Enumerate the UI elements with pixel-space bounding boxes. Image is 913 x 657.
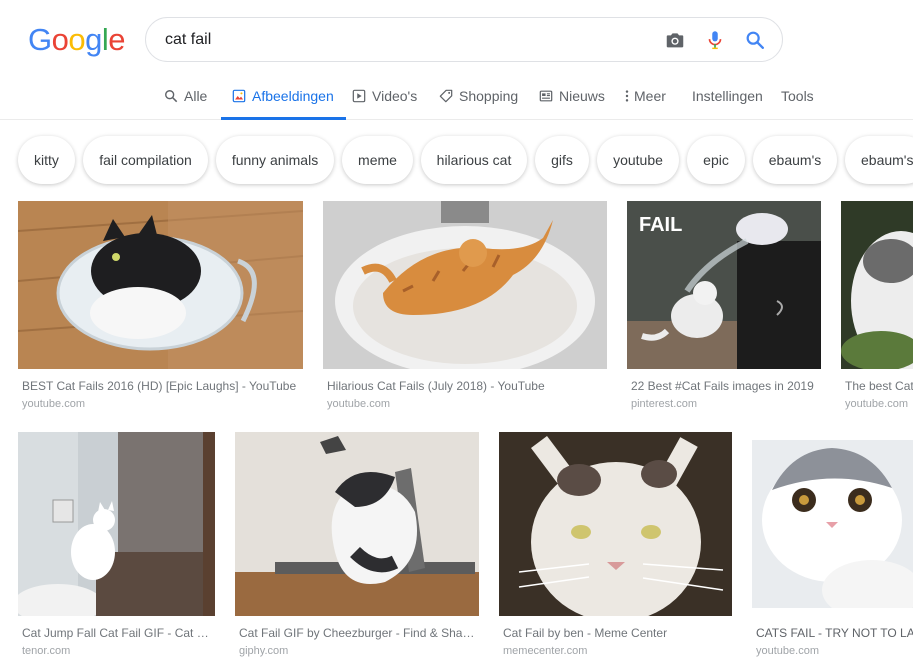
tab-label: Video's [372,88,418,104]
image-result[interactable]: Hilarious Cat Fails (July 2018) - YouTub… [323,201,607,416]
result-source: giphy.com [239,645,289,657]
tab-tools[interactable]: Tools [781,88,814,120]
result-source: youtube.com [327,398,390,410]
tab-alle[interactable]: Alle [164,88,207,120]
result-source: youtube.com [22,398,85,410]
chip[interactable]: ebaum's [753,136,837,184]
tab-afbeeldingen[interactable]: Afbeeldingen [221,88,346,120]
tab-label: Instellingen [692,88,763,104]
tag-icon [439,89,453,103]
result-thumbnail[interactable]: FAIL [627,201,821,369]
camera-icon[interactable] [664,29,686,51]
more-vertical-icon [625,90,629,102]
google-image-results-page: Google cat fail Alle Afbeeldingen Video'… [0,0,913,657]
image-result[interactable]: Cat Jump Fall Cat Fail GIF - Cat Jump Fa… [18,432,215,657]
result-source: pinterest.com [631,398,698,410]
tab-shopping[interactable]: Shopping [439,88,518,120]
result-source: tenor.com [22,645,71,657]
chip[interactable]: meme [342,136,413,184]
chip[interactable]: fail compilation [83,136,208,184]
news-icon [539,90,553,102]
logo-letter: g [85,22,102,57]
tab-label: Shopping [459,88,519,104]
chip[interactable]: kitty [18,136,75,184]
chip[interactable]: ebaum's [845,136,913,184]
image-icon [232,89,246,103]
chip[interactable]: gifs [535,136,589,184]
result-title[interactable]: The best Cat Fails [845,379,913,393]
tab-label: Afbeeldingen [252,88,334,104]
result-thumbnail[interactable] [18,201,303,369]
result-title[interactable]: BEST Cat Fails 2016 (HD) [Epic Laughs] -… [22,379,302,393]
result-title[interactable]: Cat Jump Fall Cat Fail GIF - Cat Jump Fa… [22,626,212,640]
result-source: youtube.com [845,398,908,410]
image-result[interactable]: CATS FAIL - TRY NOT TO LAUGH youtube.com [752,432,913,657]
chip[interactable]: epic [687,136,745,184]
tab-label: Alle [184,88,208,104]
result-source: youtube.com [756,645,819,657]
image-result[interactable]: Cat Fail GIF by Cheezburger - Find & Sha… [235,432,479,657]
result-title[interactable]: Cat Fail GIF by Cheezburger - Find & Sha… [239,626,475,640]
tab-label: Meer [634,88,666,104]
microphone-icon[interactable] [704,29,726,51]
logo-letter: o [51,22,69,57]
image-result[interactable]: BEST Cat Fails 2016 (HD) [Epic Laughs] -… [18,201,303,416]
tab-videos[interactable]: Video's [352,88,417,120]
tab-nieuws[interactable]: Nieuws [539,88,605,120]
search-tabs: Alle Afbeeldingen Video's Shopping Nieuw… [0,78,913,120]
tab-label: Nieuws [559,88,605,104]
result-thumbnail[interactable] [752,440,913,608]
search-input[interactable]: cat fail [165,31,211,49]
tab-label: Tools [781,88,814,104]
chip[interactable]: hilarious cat [421,136,527,184]
search-icon[interactable] [744,29,766,51]
chip[interactable]: youtube [597,136,679,184]
result-thumbnail[interactable] [841,201,913,369]
image-result[interactable]: FAIL 22 Best #Cat Fails images in 2019 p… [627,201,821,416]
logo-letter: o [68,22,86,57]
image-result[interactable]: The best Cat Fails youtube.com [841,201,913,416]
search-icon [165,90,178,103]
related-search-chips: kitty fail compilation funny animals mem… [0,136,913,186]
image-result[interactable]: Cat Fail by ben - Meme Center memecenter… [499,432,732,657]
logo-letter: e [108,22,126,57]
result-title[interactable]: Hilarious Cat Fails (July 2018) - YouTub… [327,379,607,393]
video-icon [352,89,366,103]
google-logo[interactable]: Google [28,22,126,58]
tab-meer[interactable]: Meer [624,88,666,120]
result-title[interactable]: CATS FAIL - TRY NOT TO LAUGH [756,626,913,640]
fail-overlay-text: FAIL [639,214,682,236]
tab-instellingen[interactable]: Instellingen [692,88,763,120]
result-thumbnail[interactable] [235,432,479,616]
result-thumbnail[interactable] [18,432,215,616]
result-thumbnail[interactable] [499,432,732,616]
search-box[interactable]: cat fail [145,17,783,62]
result-thumbnail[interactable] [323,201,607,369]
result-title[interactable]: Cat Fail by ben - Meme Center [503,626,729,640]
chip[interactable]: funny animals [216,136,334,184]
logo-letter: G [28,22,52,57]
result-source: memecenter.com [503,645,588,657]
result-title[interactable]: 22 Best #Cat Fails images in 2019 [631,379,817,393]
